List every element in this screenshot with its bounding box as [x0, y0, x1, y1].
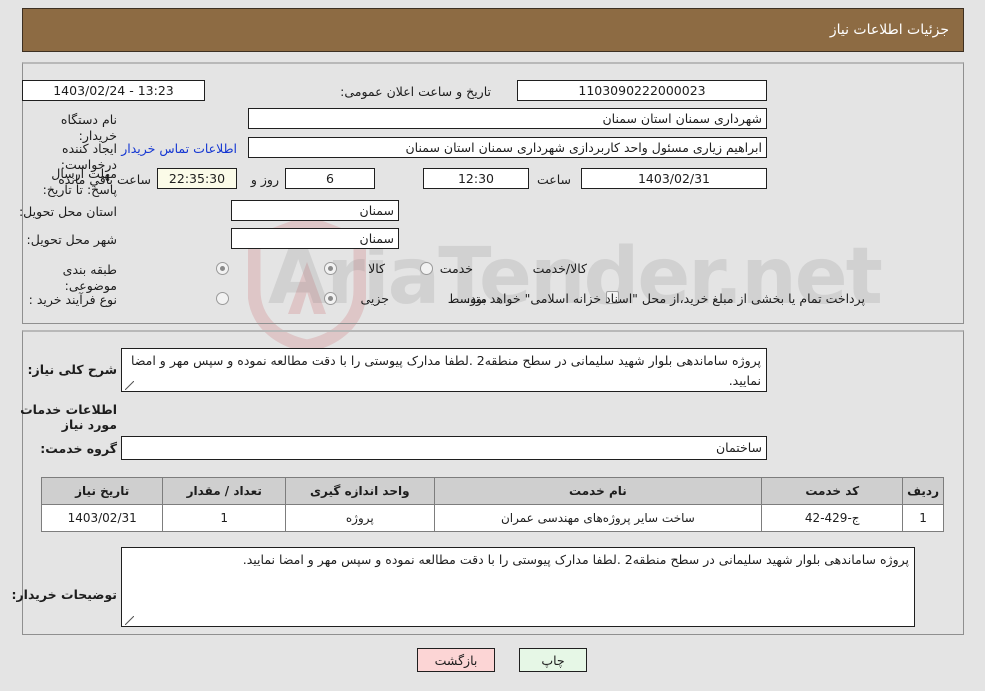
deadline-days-value: 6 — [285, 168, 375, 189]
th-quantity: تعداد / مقدار — [162, 477, 287, 505]
radio-subject-khedmat-label: خدمت — [439, 261, 473, 276]
need-number-value: 1103090222000023 — [517, 80, 767, 101]
buyer-org-label: نام دستگاه خریدار: — [60, 112, 117, 143]
th-service-name: نام خدمت — [433, 477, 763, 505]
general-description-label: شرح کلی نیاز: — [27, 362, 117, 377]
announce-datetime-value: 13:23 - 1403/02/24 — [22, 80, 205, 101]
radio-subject-khedmat[interactable] — [324, 262, 337, 275]
general-description-value: پروژه ساماندهی بلوار شهید سلیمانی در سطح… — [131, 353, 761, 388]
page-title: جزئیات اطلاعات نیاز — [22, 8, 964, 52]
delivery-province-label: استان محل تحویل: — [18, 204, 117, 219]
resize-grip-icon[interactable] — [125, 381, 134, 390]
radio-process-jozyi[interactable] — [216, 292, 229, 305]
announce-datetime-label: تاریخ و ساعت اعلان عمومی: — [340, 84, 491, 99]
radio-subject-kala-khedmat-label: کالا/خدمت — [532, 261, 587, 276]
resize-grip-icon-2[interactable] — [125, 616, 134, 625]
subject-category-label: طبقه بندی موضوعی: — [62, 262, 117, 293]
radio-process-motevasset[interactable] — [324, 292, 337, 305]
deadline-countdown-value: 22:35:30 — [157, 168, 237, 189]
radio-subject-kala-khedmat[interactable] — [420, 262, 433, 275]
deadline-hour-value: 12:30 — [423, 168, 529, 189]
deadline-countdown-label: ساعت باقي مانده — [58, 172, 151, 187]
delivery-province-value: سمنان — [231, 200, 399, 221]
buyer-contact-link[interactable]: اطلاعات تماس خریدار — [121, 141, 237, 157]
services-table: ردیف کد خدمت نام خدمت واحد اندازه گیری ت… — [40, 477, 944, 532]
deadline-date-value: 1403/02/31 — [581, 168, 767, 189]
delivery-city-label: شهر محل تحویل: — [26, 232, 117, 247]
request-creator-value: ابراهیم زیاری مسئول واحد کاربردازی شهردا… — [248, 137, 767, 158]
radio-subject-kala[interactable] — [216, 262, 229, 275]
service-group-value: ساختمان — [121, 436, 767, 460]
th-radif: ردیف — [902, 477, 944, 505]
cell-need-date: 1403/02/31 — [40, 504, 164, 532]
th-unit: واحد اندازه گیری — [285, 477, 435, 505]
buyer-notes-value: پروژه ساماندهی بلوار شهید سلیمانی در سطح… — [242, 552, 909, 567]
purchase-process-label: نوع فرآیند خرید : — [28, 292, 117, 307]
print-button[interactable]: چاپ — [519, 648, 587, 672]
delivery-city-value: سمنان — [231, 228, 399, 249]
radio-process-jozyi-label: جزیی — [360, 291, 389, 306]
th-service-code: کد خدمت — [761, 477, 904, 505]
page-root: AriaTender.net جزئیات اطلاعات نیاز شماره… — [0, 0, 985, 691]
back-button[interactable]: بازگشت — [417, 648, 495, 672]
treasury-note-label: پرداخت تمام یا بخشی از مبلغ خرید،از محل … — [466, 291, 865, 306]
cell-service-code: ج-429-42 — [761, 504, 904, 532]
cell-service-name: ساخت سایر پروژه‌های مهندسی عمران — [433, 504, 763, 532]
th-need-date: تاریخ نیاز — [40, 477, 164, 505]
buyer-notes-label: توضیحات خریدار: — [11, 587, 117, 602]
deadline-days-label: روز و — [250, 172, 279, 187]
need-info-panel — [22, 62, 964, 324]
cell-quantity: 1 — [162, 504, 287, 532]
table-header-row: ردیف کد خدمت نام خدمت واحد اندازه گیری ت… — [40, 477, 944, 505]
buyer-notes-textarea[interactable]: پروژه ساماندهی بلوار شهید سلیمانی در سطح… — [121, 547, 915, 627]
service-group-label: گروه خدمت: — [40, 441, 117, 456]
cell-unit: پروژه — [285, 504, 435, 532]
cell-radif: 1 — [902, 504, 944, 532]
radio-subject-kala-label: کالا — [368, 261, 385, 276]
general-description-textarea[interactable]: پروژه ساماندهی بلوار شهید سلیمانی در سطح… — [121, 348, 767, 392]
deadline-hour-label: ساعت — [536, 172, 571, 187]
buyer-org-value: شهرداری سمنان استان سمنان — [248, 108, 767, 129]
page-title-text: جزئیات اطلاعات نیاز — [829, 22, 949, 38]
table-row: 1 ج-429-42 ساخت سایر پروژه‌های مهندسی عم… — [40, 504, 944, 532]
services-section-title: اطلاعات خدمات مورد نیاز — [20, 402, 117, 432]
